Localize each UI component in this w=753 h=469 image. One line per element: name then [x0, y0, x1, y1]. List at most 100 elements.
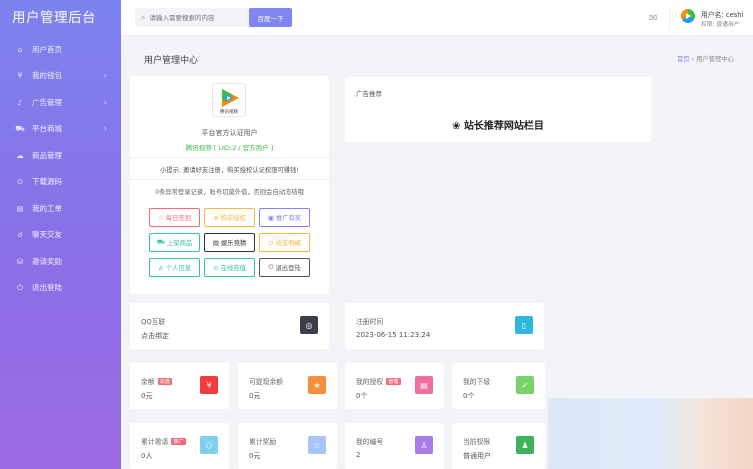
sidebar-item-label: 平台商城: [32, 124, 62, 134]
sidebar-item[interactable]: ⏻ 退出登陆: [0, 275, 121, 302]
button-label: 购买授权: [220, 215, 246, 222]
button-label: 每日签到: [165, 215, 191, 222]
logout-icon: ⏻: [17, 282, 23, 292]
qq-bind-card: QQ互联点击绑定 ◎: [130, 303, 329, 349]
ad-banner[interactable]: ❀ 站长推荐网站栏目: [345, 117, 651, 132]
profile-name: 平台官方认证用户: [201, 129, 258, 137]
user-name[interactable]: 用户名: ceshi: [701, 9, 744, 19]
button-label: 在线充值: [220, 265, 246, 272]
withdrawable-card: 可提现余额 0元 ★: [238, 363, 337, 409]
stat-label: 累计邀请: [141, 438, 169, 446]
logo-text: 腾讯视频: [220, 110, 238, 115]
chat-icon: ☌: [17, 230, 23, 240]
recharge-button[interactable]: ⊙ 在线充值: [204, 258, 255, 277]
download-icon: ⊙: [16, 177, 24, 187]
sidebar-item[interactable]: ¥ 我的钱包 ›: [0, 63, 121, 90]
page-title: 用户管理中心: [144, 56, 199, 66]
sidebar-item-label: 下载源码: [32, 177, 62, 187]
stat-value: 普通用户: [463, 452, 491, 460]
stat-icon: ♟: [516, 436, 534, 454]
stat-icon: ♙: [415, 436, 433, 454]
cloud-icon: ☁: [16, 150, 24, 160]
button-icon: ⏻: [268, 263, 274, 271]
my-id-card: 我的编号 2 ♙: [345, 423, 444, 469]
chevron-right-icon: ›: [103, 71, 107, 81]
cart-icon: ⛟: [15, 123, 25, 133]
chevron-right-icon: ›: [103, 124, 107, 134]
profile-tip: 小提示: 邀请好友注册，购买授权认证权限可赚钱!: [160, 167, 299, 174]
breadcrumb-home[interactable]: 首页: [677, 56, 690, 63]
stat-icon: ☆: [308, 436, 326, 454]
subordinates-card: 我的下级 0个 ✓: [452, 363, 545, 409]
sidebar-item[interactable]: ⛟ 平台商城 ›: [0, 116, 121, 143]
button-icon: ▤: [212, 238, 219, 247]
divider: [130, 179, 329, 180]
wallet-icon: ¥: [17, 71, 23, 81]
tencent-video-logo: 腾讯视频: [212, 83, 246, 117]
sidebar-item[interactable]: ⛁ 邀请奖励: [0, 248, 121, 275]
login-warning: 0条异常登录记录，账号切莫外借，否则会自动冻结哦: [155, 189, 304, 196]
user-role: 权限: 普通用户: [701, 22, 740, 28]
promo-button[interactable]: ▣ 推广有奖: [259, 208, 310, 227]
home-icon: ⌂: [17, 44, 23, 54]
mail-icon[interactable]: ✉: [649, 13, 657, 24]
ad-card: 广告推荐 ❀ 站长推荐网站栏目: [345, 77, 651, 142]
ad-banner-text: 站长推荐网站栏目: [463, 121, 544, 132]
sidebar-item-label: 用户首页: [32, 44, 62, 54]
sidebar-item[interactable]: ▤ 我的工单: [0, 195, 121, 222]
quiz-button[interactable]: ▤ 娱乐竞猜: [204, 233, 255, 252]
rewards-card: 累计奖励 0元 ☆: [238, 423, 337, 469]
sidebar-item[interactable]: ☌ 聊天交友: [0, 222, 121, 249]
finance-button[interactable]: ⊙ 收支明细: [259, 233, 310, 252]
profile-info-button[interactable]: ♙ 个人信息: [149, 258, 200, 277]
quick-actions: ☆ 每日签到 ⊗ 购买授权 ▣ 推广有奖 ⛟ 上架商品 ▤ 娱乐竞猜 ⊙ 收支明细 ♙ 个人信息 ⊙ 在线充值…: [149, 208, 310, 277]
sidebar-item[interactable]: ♪ 广告管理 ›: [0, 89, 121, 116]
sidebar-item-label: 邀请奖励: [32, 256, 62, 266]
brand-title: 用户管理后台: [12, 10, 96, 26]
button-icon: ☆: [157, 213, 164, 222]
checkin-button[interactable]: ☆ 每日签到: [149, 208, 200, 227]
play-logo-icon: [222, 89, 239, 107]
stat-label: 余额: [141, 378, 155, 386]
avatar[interactable]: [681, 9, 695, 23]
stat-icon: ▤: [415, 376, 433, 394]
action-badge[interactable]: 充值: [157, 378, 172, 385]
sidebar-item[interactable]: ⊙ 下载源码: [0, 169, 121, 196]
list-product-button[interactable]: ⛟ 上架商品: [149, 233, 200, 252]
breadcrumb-separator: ›: [691, 56, 695, 63]
register-time-card: 注册时间 2023-06-15 11:23:24 ▯: [345, 303, 544, 349]
stat-value[interactable]: 点击绑定: [141, 331, 169, 341]
invites-card: 累计邀请 推广 0人 ⬡: [130, 423, 229, 469]
invite-icon: ⛁: [16, 256, 24, 266]
sidebar-item-label: 商品管理: [32, 150, 62, 160]
stat-value: 2023-06-15 11:23:24: [356, 331, 431, 339]
stat-label: 注册时间: [356, 318, 384, 326]
sidebar-item[interactable]: ⌂ 用户首页: [0, 36, 121, 63]
chevron-right-icon: ›: [103, 97, 107, 107]
button-icon: ▣: [267, 213, 274, 222]
stat-icon: ✓: [516, 376, 534, 394]
search-icon: ⌕: [141, 12, 146, 22]
button-label: 上架商品: [167, 240, 193, 247]
stat-label: QQ互联: [141, 318, 166, 326]
permission-card: 当前权限 普通用户 ♟: [452, 423, 545, 469]
ticket-icon: ▤: [16, 203, 24, 213]
stat-icon: ◎: [300, 316, 318, 334]
search-button[interactable]: 百度一下: [249, 8, 292, 27]
logout-button[interactable]: ⏻ 退出登陆: [259, 258, 310, 277]
action-badge[interactable]: 管理: [386, 378, 401, 385]
stat-icon: ★: [308, 376, 326, 394]
buy-auth-button[interactable]: ⊗ 购买授权: [204, 208, 255, 227]
stat-icon: ▯: [515, 316, 533, 334]
flower-icon: ❀: [452, 121, 461, 132]
stat-value: 0元: [141, 392, 153, 400]
stat-label: 累计奖励: [249, 438, 277, 446]
action-badge[interactable]: 推广: [171, 438, 186, 445]
stat-value: 0个: [463, 392, 475, 400]
button-icon: ⊙: [213, 263, 219, 272]
sidebar-item-label: 广告管理: [32, 97, 62, 107]
divider: [130, 157, 329, 158]
breadcrumb-current: 用户管理中心: [696, 56, 734, 63]
sidebar-item[interactable]: ☁ 商品管理: [0, 142, 121, 169]
stat-label: 我的下级: [463, 378, 491, 386]
